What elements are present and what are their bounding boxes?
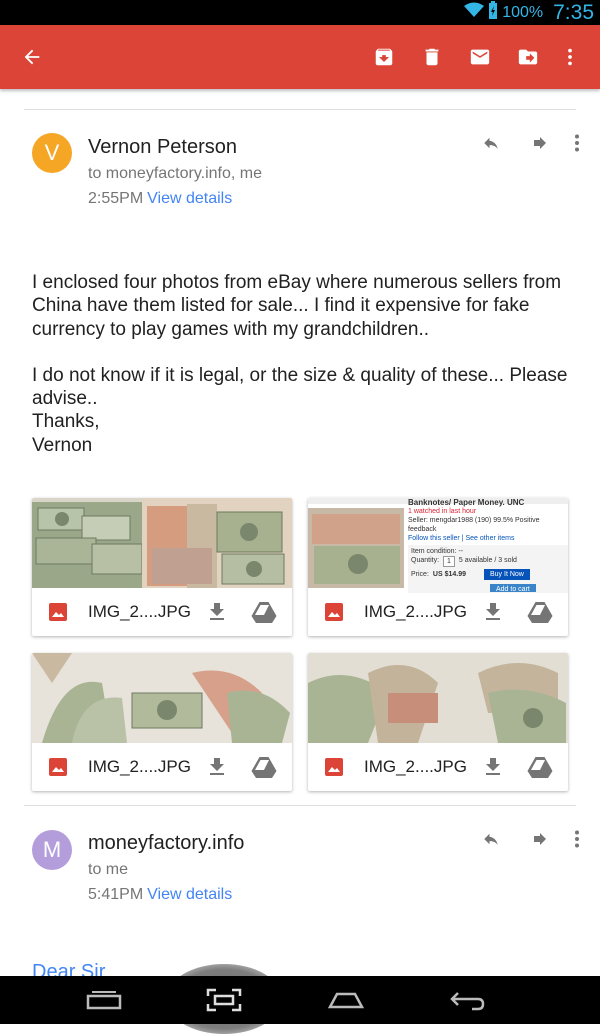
listing-title: Banknotes/ Paper Money. UNC <box>408 498 525 507</box>
image-file-icon <box>325 603 343 621</box>
attachment-thumbnail <box>32 498 292 588</box>
message-time: 5:41PM <box>88 886 144 903</box>
battery-percent: 100% <box>502 3 544 21</box>
attachment-filename: IMG_2....JPG <box>88 757 191 776</box>
listing-purchase-box: Item condition: -- Quantity: 1 5 availab… <box>408 545 568 593</box>
listing-price: US $14.99 <box>432 571 466 578</box>
attachment-bar: IMG_2....JPG <box>308 588 568 636</box>
body-line: Vernon <box>32 434 93 456</box>
message-body: I enclosed four photos from eBay where n… <box>32 271 577 457</box>
listing-quantity-value: 1 <box>443 556 455 567</box>
message-body-peek: Dear Sir <box>32 961 106 976</box>
delete-icon[interactable] <box>408 25 456 89</box>
more-vert-icon[interactable] <box>546 25 594 89</box>
save-to-drive-icon[interactable] <box>251 600 277 624</box>
back-arrow-icon[interactable] <box>8 25 56 89</box>
download-icon[interactable] <box>205 755 229 779</box>
recents-icon[interactable] <box>64 976 144 1024</box>
attachment-card[interactable]: IMG_2....JPG <box>32 653 292 791</box>
screenshot-icon[interactable] <box>184 976 264 1024</box>
attachment-thumbnail <box>308 653 568 743</box>
attachment-filename: IMG_2....JPG <box>88 602 191 621</box>
attachment-filename: IMG_2....JPG <box>364 757 467 776</box>
home-icon[interactable] <box>306 976 386 1024</box>
download-icon[interactable] <box>205 600 229 624</box>
view-details-link[interactable]: View details <box>147 190 232 207</box>
clock: 7:35 <box>553 0 594 24</box>
attachment-thumbnail <box>32 653 292 743</box>
attachment-card[interactable]: IMG_2....JPG <box>32 498 292 636</box>
attachment-card[interactable]: IMG_2....JPG <box>308 653 568 791</box>
reply-icon[interactable] <box>475 823 507 855</box>
download-icon[interactable] <box>481 600 505 624</box>
listing-price-label: Price: <box>411 571 429 578</box>
listing-condition: Item condition: -- <box>411 548 464 555</box>
attachment-bar: IMG_2....JPG <box>32 743 292 791</box>
listing-available: 5 available / 3 sold <box>458 557 517 564</box>
listing-seller: Seller: mengdar1988 (190) 99.5% Positive… <box>408 517 540 533</box>
listing-watched: 1 watched in last hour <box>408 508 477 515</box>
back-nav-icon[interactable] <box>428 976 508 1024</box>
mark-unread-icon[interactable] <box>456 25 504 89</box>
body-line: Thanks, <box>32 411 100 433</box>
recipients: to me <box>88 861 129 878</box>
image-file-icon <box>49 603 67 621</box>
message-time: 2:55PM <box>88 190 144 207</box>
reply-icon[interactable] <box>475 127 507 159</box>
message-time-row: 5:41PM View details <box>88 886 232 904</box>
listing-follow: Follow this seller | See other items <box>408 535 515 542</box>
avatar-letter: V <box>44 140 60 165</box>
attachment-bar: IMG_2....JPG <box>308 743 568 791</box>
conversation-view: V Vernon Peterson to moneyfactory.info, … <box>0 89 600 976</box>
sender-name[interactable]: moneyfactory.info <box>88 832 244 855</box>
body-paragraph: I do not know if it is legal, or the siz… <box>32 364 568 410</box>
download-icon[interactable] <box>481 755 505 779</box>
save-to-drive-icon[interactable] <box>527 600 553 624</box>
forward-icon[interactable] <box>524 823 556 855</box>
image-file-icon <box>325 758 343 776</box>
listing-quantity-label: Quantity: <box>411 557 440 564</box>
message-time-row: 2:55PM View details <box>88 190 232 208</box>
avatar[interactable]: M <box>32 830 72 870</box>
battery-charging-icon <box>488 1 498 24</box>
app-toolbar <box>0 25 600 89</box>
avatar-letter: M <box>42 837 62 862</box>
attachment-filename: IMG_2....JPG <box>364 602 467 621</box>
view-details-link[interactable]: View details <box>147 886 232 903</box>
attachment-card[interactable]: Banknotes/ Paper Money. UNC 1 watched in… <box>308 498 568 636</box>
status-bar: 100% 7:35 <box>0 0 600 25</box>
status-icons: 100% 7:35 <box>464 0 594 25</box>
recipients: to moneyfactory.info, me <box>88 165 262 182</box>
divider <box>24 805 576 806</box>
message-more-icon[interactable] <box>561 823 593 855</box>
avatar[interactable]: V <box>32 133 72 173</box>
system-nav-bar <box>0 976 600 1024</box>
sender-name[interactable]: Vernon Peterson <box>88 136 237 159</box>
wifi-icon <box>464 2 485 23</box>
listing-price-row: Price: US $14.99 Buy It Now <box>411 569 565 580</box>
save-to-drive-icon[interactable] <box>527 755 553 779</box>
body-paragraph: I enclosed four photos from eBay where n… <box>32 272 562 340</box>
listing-quantity-row: Quantity: 1 5 available / 3 sold <box>411 556 565 567</box>
message-more-icon[interactable] <box>561 127 593 159</box>
save-to-drive-icon[interactable] <box>251 755 277 779</box>
move-to-icon[interactable] <box>504 25 552 89</box>
archive-icon[interactable] <box>360 25 408 89</box>
forward-icon[interactable] <box>524 127 556 159</box>
listing-buy-now-button: Buy It Now <box>484 569 530 580</box>
image-file-icon <box>49 758 67 776</box>
divider <box>24 109 576 110</box>
attachment-bar: IMG_2....JPG <box>32 588 292 636</box>
attachment-thumbnail: Banknotes/ Paper Money. UNC 1 watched in… <box>308 498 568 593</box>
